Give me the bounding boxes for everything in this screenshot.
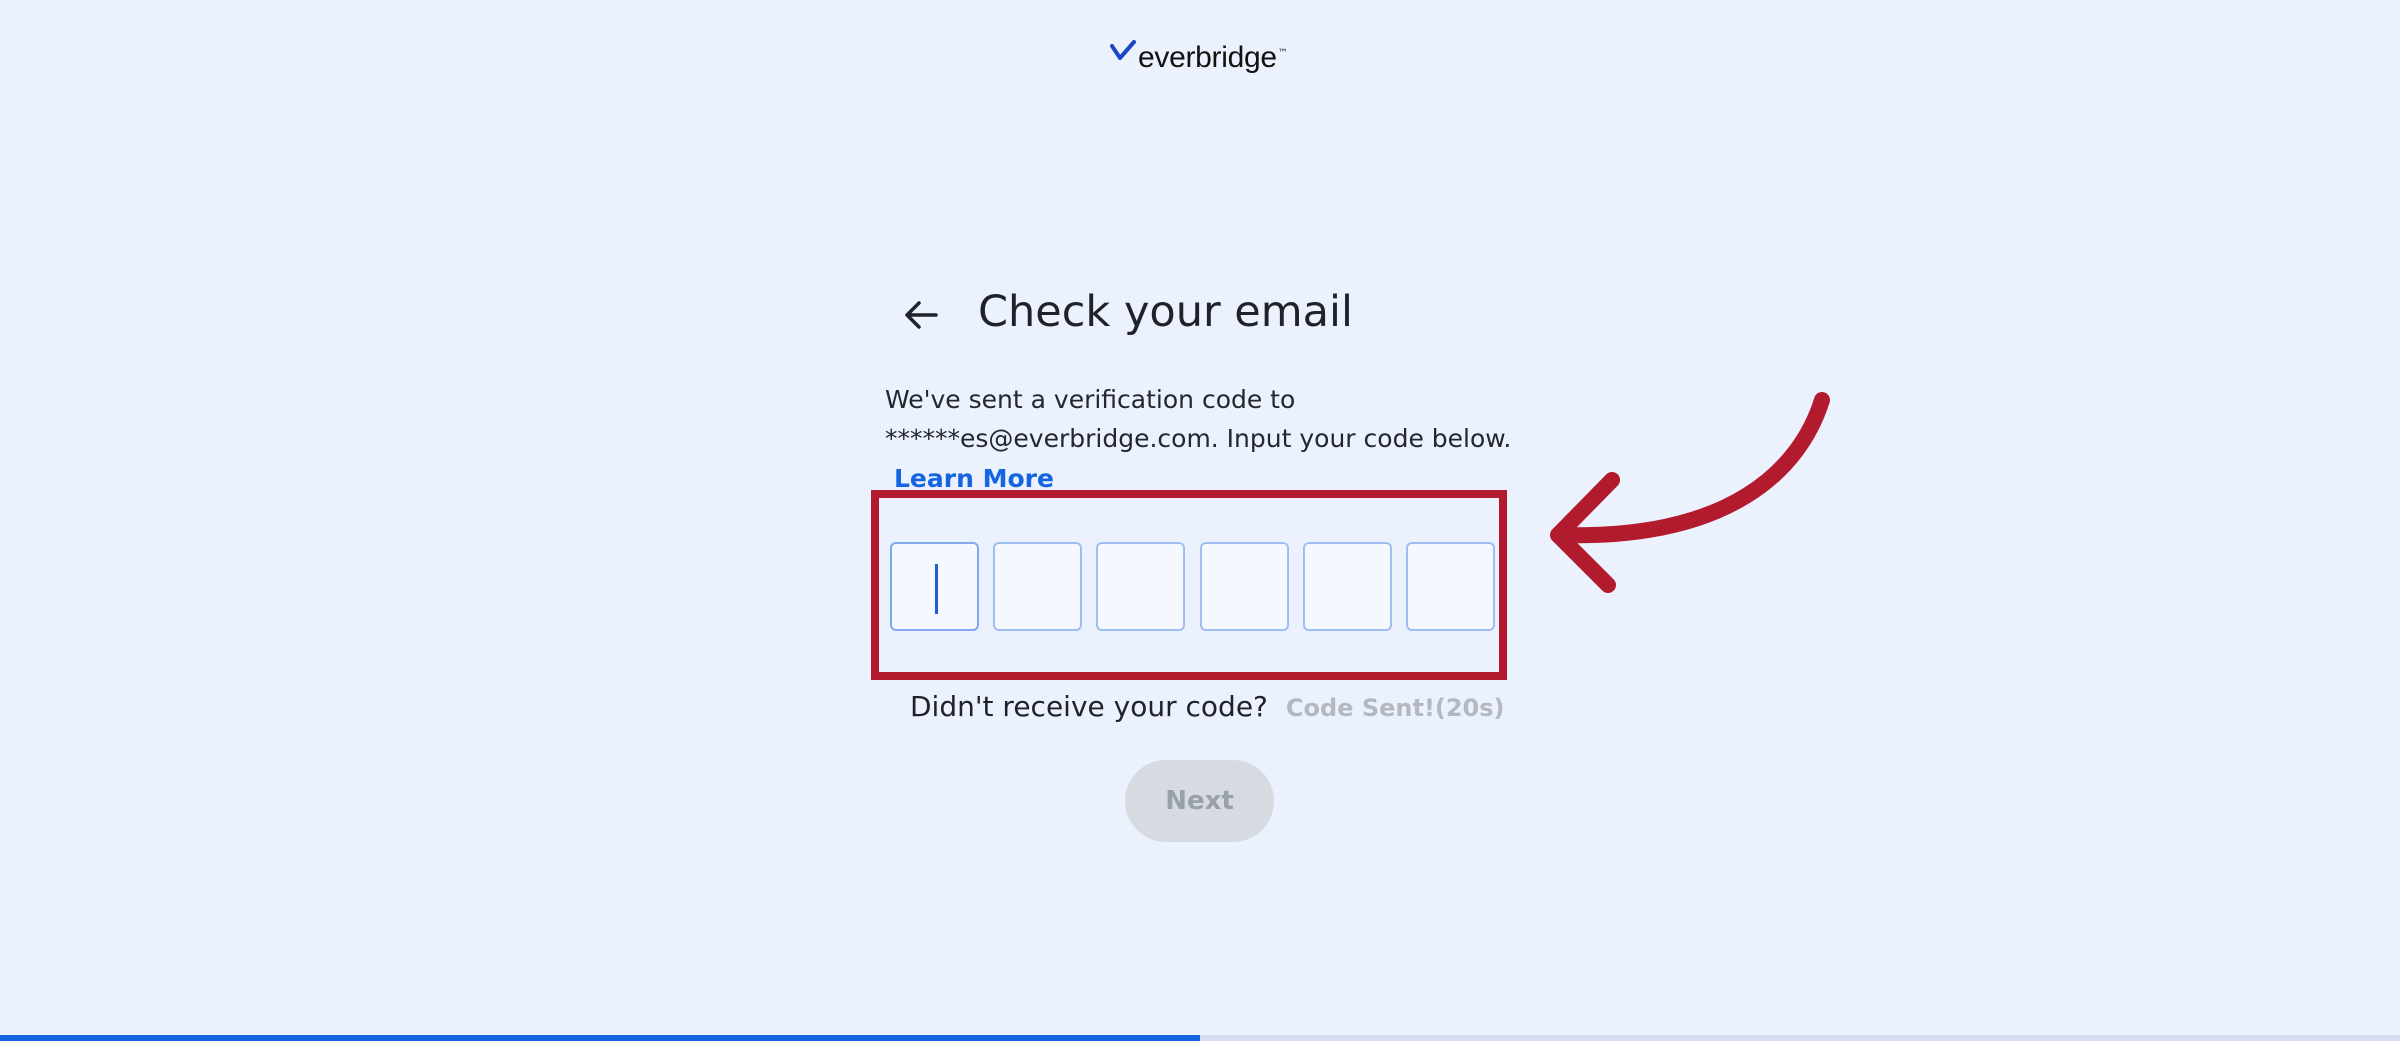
verification-code-input (890, 542, 1495, 632)
resend-section: Didn't receive your code? Code Sent!(20s… (910, 690, 1505, 723)
code-digit-1[interactable] (890, 542, 979, 631)
page-title: Check your email (978, 287, 1353, 337)
message-line-1: We've sent a verification code to (885, 385, 1296, 414)
code-digit-2[interactable] (993, 542, 1083, 631)
trademark-symbol: ™ (1277, 47, 1288, 59)
back-button[interactable] (898, 292, 944, 338)
text-caret (935, 564, 938, 614)
message-line-2: ******es@everbridge.com. Input your code… (885, 424, 1512, 453)
resend-question: Didn't receive your code? (910, 690, 1268, 723)
everbridge-logo: everbridge ™ (1110, 38, 1288, 78)
everbridge-swoosh-icon (1110, 40, 1136, 60)
verification-message: We've sent a verification code to ******… (885, 380, 1525, 458)
arrow-left-icon (905, 301, 938, 329)
code-digit-5[interactable] (1302, 542, 1392, 631)
code-digit-4[interactable] (1199, 542, 1289, 631)
code-digit-3[interactable] (1096, 542, 1186, 631)
progress-fill (0, 1035, 1200, 1041)
code-digit-6[interactable] (1405, 542, 1495, 631)
brand-name: everbridge (1138, 41, 1277, 74)
next-button[interactable]: Next (1125, 760, 1274, 842)
resend-status: Code Sent!(20s) (1285, 694, 1505, 722)
progress-bar (0, 1035, 2400, 1041)
curved-arrow-icon (1550, 392, 1830, 593)
